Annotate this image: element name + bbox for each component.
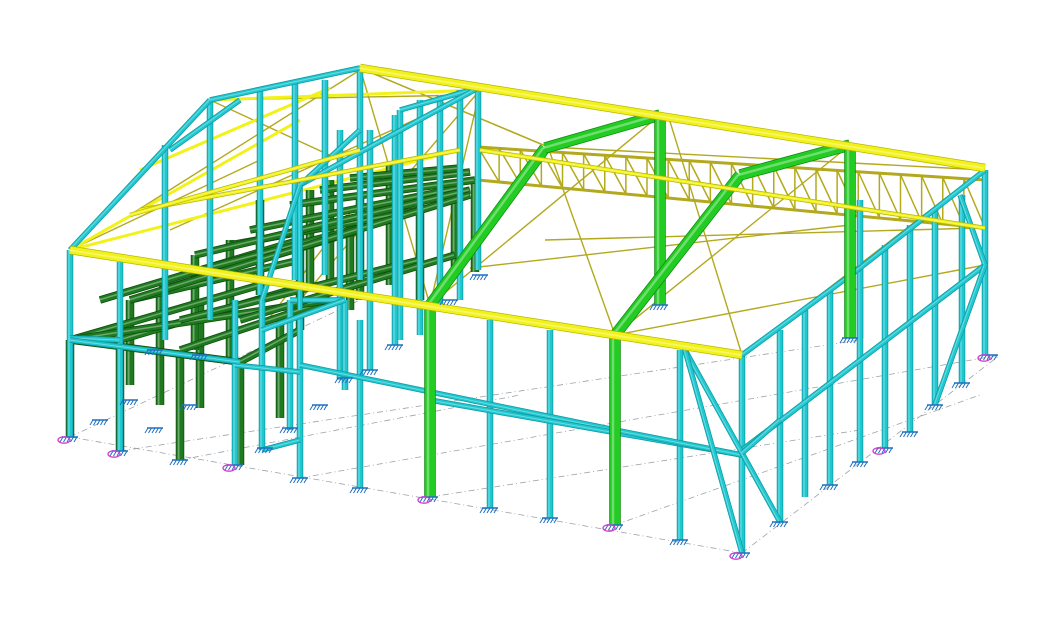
fixed-support-icon[interactable] bbox=[669, 539, 688, 546]
fixed-support-icon[interactable] bbox=[309, 404, 328, 411]
column[interactable] bbox=[931, 210, 939, 405]
column[interactable] bbox=[336, 130, 344, 380]
column[interactable] bbox=[258, 300, 266, 450]
pinned-support-icon[interactable] bbox=[107, 450, 128, 458]
column[interactable] bbox=[546, 330, 554, 518]
column[interactable] bbox=[391, 115, 399, 345]
column[interactable] bbox=[356, 68, 364, 280]
fixed-support-icon[interactable] bbox=[144, 427, 163, 434]
pinned-support-icon[interactable] bbox=[222, 464, 243, 472]
roof-brace bbox=[614, 144, 851, 336]
column[interactable] bbox=[66, 250, 74, 437]
fixed-support-icon[interactable] bbox=[819, 484, 838, 491]
column[interactable] bbox=[206, 100, 214, 320]
beam[interactable] bbox=[297, 185, 303, 310]
fixed-support-icon[interactable] bbox=[169, 459, 188, 466]
column[interactable] bbox=[296, 315, 304, 478]
fixed-support-icon[interactable] bbox=[769, 521, 788, 528]
pinned-support-icon[interactable] bbox=[729, 552, 750, 560]
purlin[interactable] bbox=[479, 147, 986, 231]
column[interactable] bbox=[906, 225, 914, 432]
column[interactable] bbox=[161, 145, 169, 340]
grid-line bbox=[69, 436, 743, 554]
beam[interactable] bbox=[299, 362, 616, 433]
column[interactable] bbox=[256, 90, 264, 295]
pinned-support-icon[interactable] bbox=[602, 524, 623, 532]
fixed-support-icon[interactable] bbox=[384, 344, 403, 351]
fixed-support-icon[interactable] bbox=[924, 404, 943, 411]
frame-member[interactable] bbox=[542, 109, 662, 154]
fixed-support-icon[interactable] bbox=[89, 419, 108, 426]
column[interactable] bbox=[356, 320, 364, 488]
column[interactable] bbox=[231, 300, 239, 465]
frame-member[interactable] bbox=[609, 335, 621, 525]
fixed-support-icon[interactable] bbox=[951, 382, 970, 389]
column[interactable] bbox=[486, 320, 494, 508]
fixed-support-icon[interactable] bbox=[539, 517, 558, 524]
column[interactable] bbox=[436, 95, 444, 310]
model-viewport[interactable] bbox=[0, 0, 1063, 620]
fixed-support-icon[interactable] bbox=[289, 477, 308, 484]
mezzanine-column[interactable] bbox=[235, 362, 245, 465]
beam[interactable] bbox=[739, 451, 783, 524]
mezzanine-column[interactable] bbox=[275, 315, 285, 418]
fixed-support-icon[interactable] bbox=[649, 304, 668, 311]
fixed-support-icon[interactable] bbox=[849, 461, 868, 468]
frame-member[interactable] bbox=[844, 145, 856, 338]
grid-line bbox=[299, 354, 1001, 479]
column[interactable] bbox=[116, 262, 124, 451]
beam[interactable] bbox=[682, 348, 745, 455]
column[interactable] bbox=[826, 290, 834, 485]
column[interactable] bbox=[776, 330, 784, 522]
column[interactable] bbox=[416, 100, 424, 335]
beam[interactable] bbox=[67, 98, 213, 252]
fixed-support-icon[interactable] bbox=[479, 507, 498, 514]
structural-model[interactable] bbox=[0, 0, 1063, 620]
mezzanine-column[interactable] bbox=[155, 290, 165, 405]
pinned-support-icon[interactable] bbox=[872, 447, 893, 455]
beam[interactable] bbox=[740, 265, 862, 358]
fixed-support-icon[interactable] bbox=[279, 427, 298, 434]
column[interactable] bbox=[881, 245, 889, 448]
roof-brace bbox=[544, 227, 981, 241]
fixed-support-icon[interactable] bbox=[469, 274, 488, 281]
frame-member[interactable] bbox=[424, 305, 436, 497]
mezzanine-column[interactable] bbox=[125, 300, 135, 385]
grid-line bbox=[614, 394, 981, 526]
fixed-support-icon[interactable] bbox=[349, 487, 368, 494]
beam[interactable] bbox=[740, 417, 782, 456]
fixed-support-icon[interactable] bbox=[899, 431, 918, 438]
roof-brace bbox=[614, 264, 986, 336]
mezzanine-column[interactable] bbox=[175, 350, 185, 460]
